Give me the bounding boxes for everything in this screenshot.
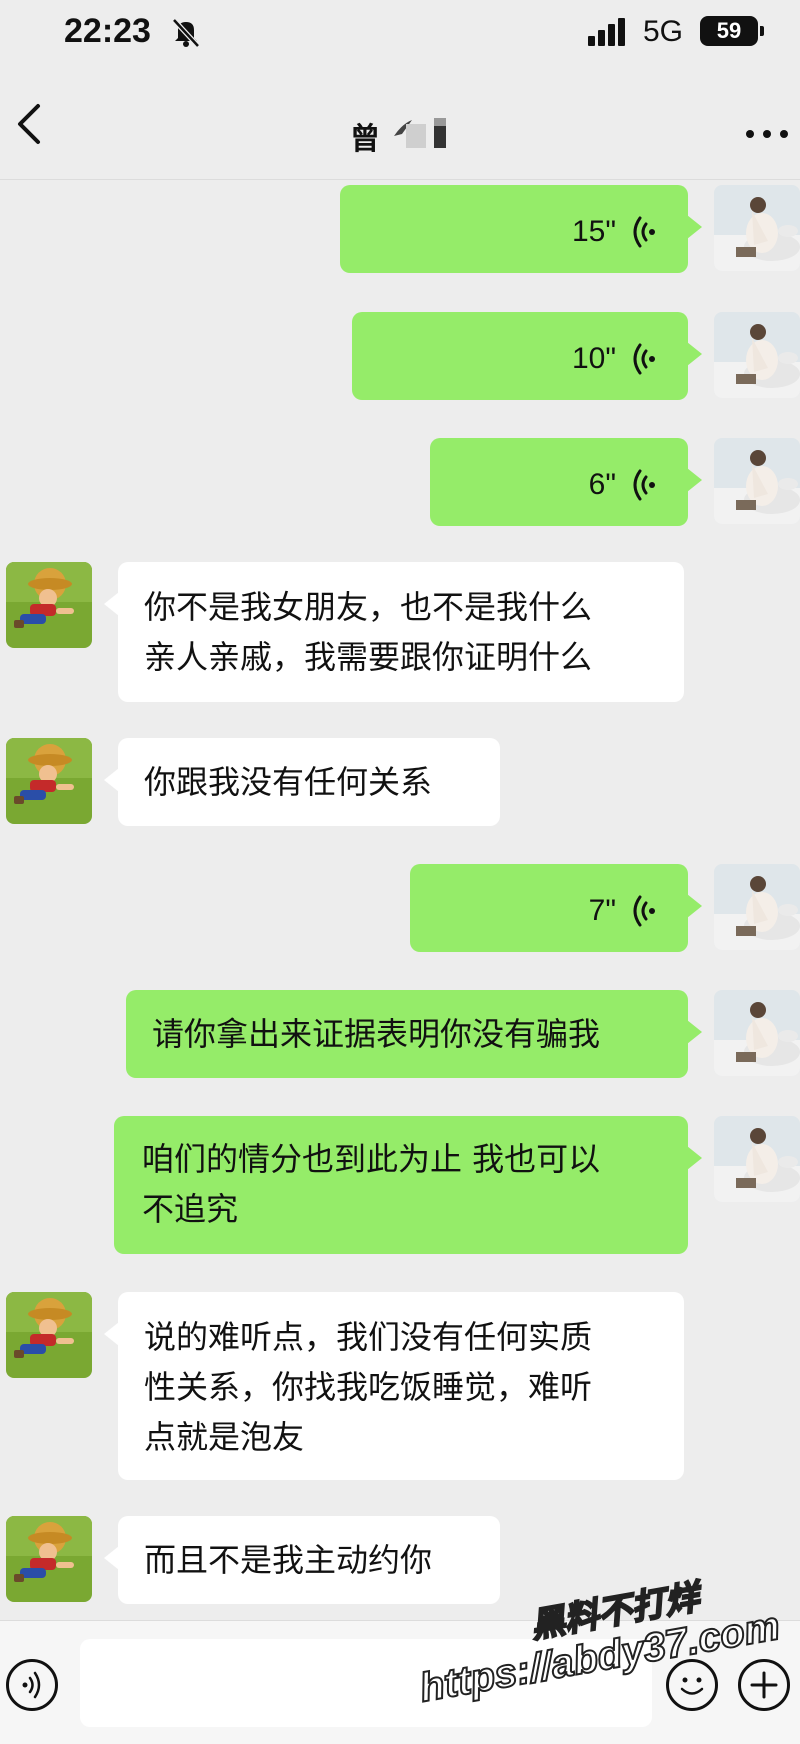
text-message-bubble[interactable]: 请你拿出来证据表明你没有骗我 xyxy=(126,990,702,1078)
voice-message-bubble[interactable]: 7" xyxy=(410,864,702,952)
message-line: 点就是泡友 xyxy=(144,1418,305,1456)
signal-bars-icon xyxy=(588,18,625,46)
message-line: 咱们的情分也到此为止 我也可以 xyxy=(142,1140,601,1178)
message-line: 亲人亲戚，我需要跟你证明什么 xyxy=(144,638,593,676)
network-label: 5G xyxy=(643,15,684,48)
text-message-bubble[interactable]: 咱们的情分也到此为止 我也可以 不追究 xyxy=(114,1116,702,1254)
voice-wave-icon xyxy=(633,895,657,927)
status-time: 22:23 xyxy=(64,12,151,50)
contact-avatar[interactable] xyxy=(6,562,92,648)
voice-wave-icon xyxy=(633,469,657,501)
text-message-bubble[interactable]: 而且不是我主动约你 xyxy=(104,1516,500,1604)
text-message-bubble[interactable]: 说的难听点，我们没有任何实质 性关系，你找我吃饭睡觉，难听 点就是泡友 xyxy=(104,1292,684,1480)
voice-duration: 7" xyxy=(588,894,616,927)
message-line: 性关系，你找我吃饭睡觉，难听 xyxy=(144,1368,593,1406)
self-avatar[interactable] xyxy=(714,185,800,271)
message-input[interactable] xyxy=(80,1639,652,1727)
text-message-bubble[interactable]: 你跟我没有任何关系 xyxy=(104,738,500,826)
voice-message-bubble[interactable]: 6" xyxy=(430,438,702,526)
text-message-bubble[interactable]: 你不是我女朋友，也不是我什么 亲人亲戚，我需要跟你证明什么 xyxy=(104,562,684,702)
self-avatar[interactable] xyxy=(714,864,800,950)
plus-icon[interactable] xyxy=(738,1659,790,1711)
obscured-name-image xyxy=(394,118,446,148)
chevron-left-icon[interactable] xyxy=(8,98,52,150)
voice-toggle-icon[interactable] xyxy=(6,1659,58,1711)
emoji-icon[interactable] xyxy=(666,1659,718,1711)
message-line: 你不是我女朋友，也不是我什么 xyxy=(144,588,593,626)
battery-indicator: 59 xyxy=(700,16,764,46)
contact-avatar[interactable] xyxy=(6,738,92,824)
voice-duration: 10" xyxy=(571,342,616,375)
chat-input-bar xyxy=(0,1620,800,1744)
voice-wave-icon xyxy=(633,216,657,248)
contact-avatar[interactable] xyxy=(6,1516,92,1602)
self-avatar[interactable] xyxy=(714,312,800,398)
self-avatar[interactable] xyxy=(714,1116,800,1202)
chat-header: 曾 xyxy=(0,68,800,180)
voice-message-bubble[interactable]: 15" xyxy=(340,185,702,273)
more-dots-icon[interactable] xyxy=(742,120,792,148)
contact-avatar[interactable] xyxy=(6,1292,92,1378)
message-line: 说的难听点，我们没有任何实质 xyxy=(144,1318,593,1356)
message-line: 不追究 xyxy=(142,1190,239,1228)
mute-bell-icon xyxy=(172,18,200,48)
voice-duration: 15" xyxy=(571,215,616,248)
self-avatar[interactable] xyxy=(714,990,800,1076)
message-line: 而且不是我主动约你 xyxy=(144,1541,433,1579)
chat-title: 曾 xyxy=(350,122,380,157)
self-avatar[interactable] xyxy=(714,438,800,524)
status-bar: 22:23 5G 59 xyxy=(0,0,800,68)
voice-duration: 6" xyxy=(588,468,616,501)
message-line: 你跟我没有任何关系 xyxy=(144,763,433,801)
message-line: 请你拿出来证据表明你没有骗我 xyxy=(152,1015,601,1053)
voice-message-bubble[interactable]: 10" xyxy=(352,312,702,400)
voice-wave-icon xyxy=(633,343,657,375)
